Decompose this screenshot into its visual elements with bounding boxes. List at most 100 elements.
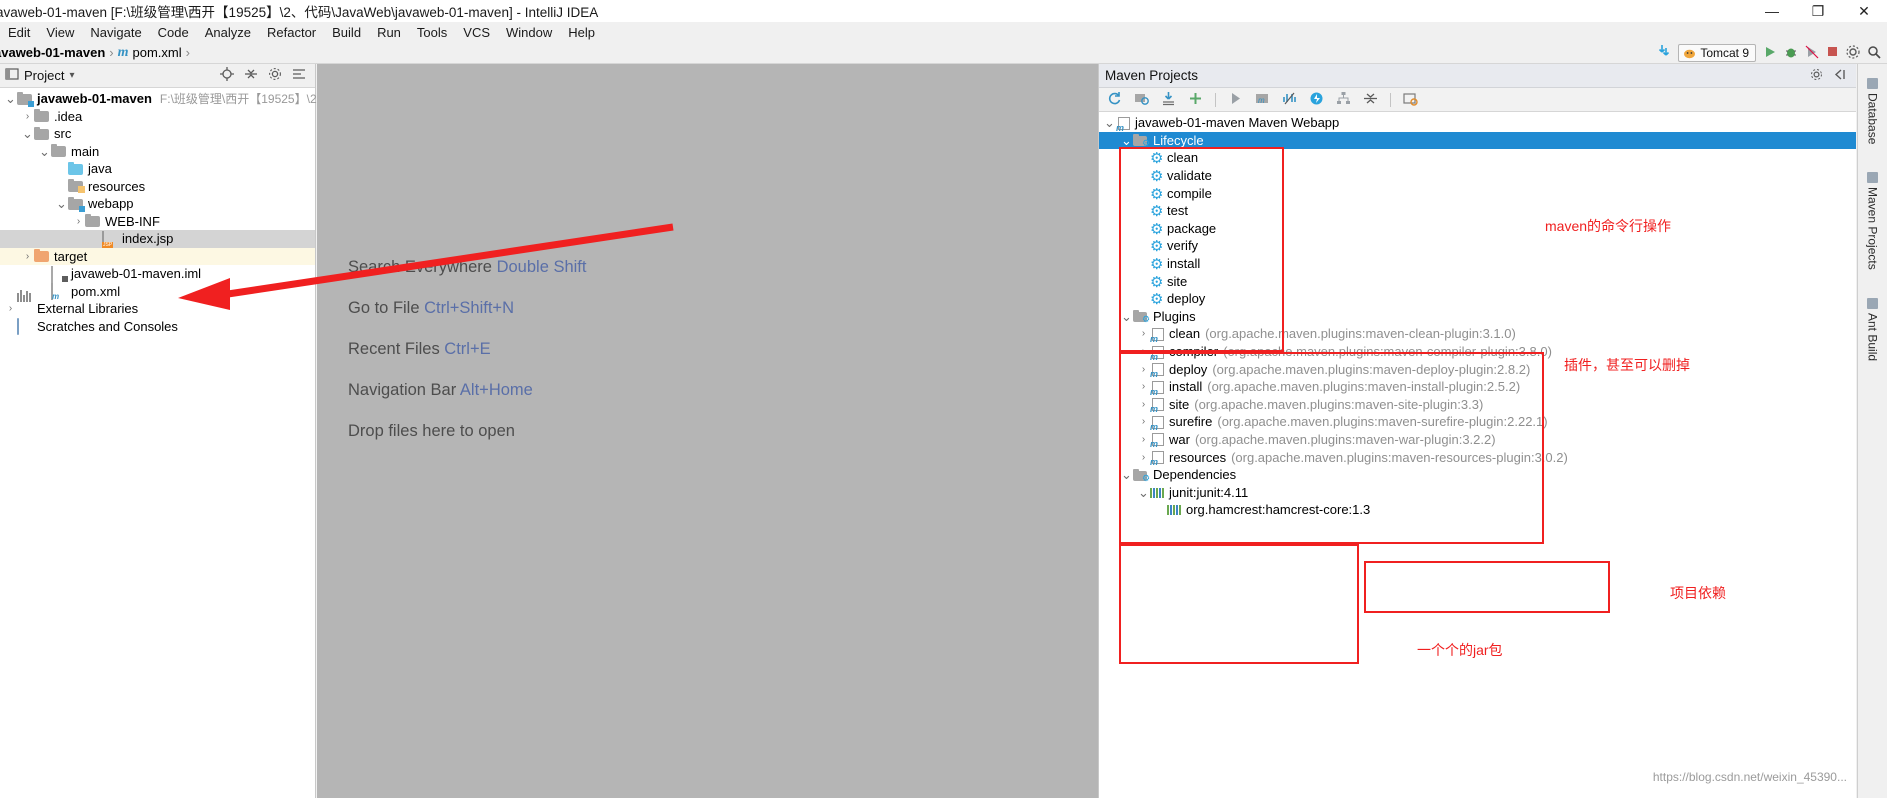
menu-item-tools[interactable]: Tools bbox=[409, 24, 455, 41]
reimport-icon[interactable] bbox=[1107, 91, 1122, 109]
project-tree-row[interactable]: ⌄ main bbox=[0, 143, 315, 161]
chevron-right-icon[interactable]: › bbox=[72, 216, 85, 227]
menu-item-navigate[interactable]: Navigate bbox=[82, 24, 149, 41]
maven-panel-hide-icon[interactable] bbox=[1833, 68, 1846, 84]
chevron-right-icon[interactable]: › bbox=[1137, 399, 1150, 410]
maven-lifecycle-goal-row[interactable]: test bbox=[1099, 202, 1856, 220]
maven-lifecycle-goal-row[interactable]: package bbox=[1099, 220, 1856, 238]
tool-tab-maven-projects[interactable]: Maven Projects bbox=[1866, 164, 1880, 278]
maven-plugins-row[interactable]: ⌄ ⚙ Plugins bbox=[1099, 308, 1856, 326]
chevron-down-icon[interactable]: ⌄ bbox=[21, 127, 34, 140]
chevron-right-icon[interactable]: › bbox=[21, 111, 34, 122]
maven-plugin-row[interactable]: › resources(org.apache.maven.plugins:mave… bbox=[1099, 448, 1856, 468]
project-tree-row[interactable]: resources bbox=[0, 178, 315, 196]
download-icon[interactable] bbox=[1657, 44, 1671, 62]
chevron-right-icon[interactable]: › bbox=[1137, 328, 1150, 339]
chevron-right-icon[interactable]: › bbox=[1137, 364, 1150, 375]
maven-plugin-row[interactable]: › clean(org.apache.maven.plugins:maven-cl… bbox=[1099, 325, 1856, 344]
maven-plugin-row[interactable]: › install(org.apache.maven.plugins:maven-… bbox=[1099, 378, 1856, 397]
download-sources-icon[interactable] bbox=[1161, 91, 1176, 109]
menu-item-view[interactable]: View bbox=[38, 24, 82, 41]
generate-sources-icon[interactable] bbox=[1134, 91, 1149, 109]
stop-icon[interactable] bbox=[1826, 45, 1839, 61]
project-tree-row[interactable]: ⌄ javaweb-01-maven F:\班级管理\西开【19525】\2、代码\… bbox=[0, 90, 381, 108]
chevron-right-icon[interactable]: › bbox=[1137, 346, 1150, 357]
run-configuration-selector[interactable]: Tomcat 9 bbox=[1678, 44, 1756, 62]
maven-plugin-row[interactable]: › surefire(org.apache.maven.plugins:maven… bbox=[1099, 413, 1856, 432]
project-tree-row[interactable]: ⌄ src bbox=[0, 125, 315, 143]
execute-maven-goal-icon[interactable]: m bbox=[1255, 91, 1270, 109]
maven-plugin-row[interactable]: › site(org.apache.maven.plugins:maven-sit… bbox=[1099, 396, 1856, 415]
chevron-down-icon[interactable]: ⌄ bbox=[4, 92, 17, 105]
project-tree-row[interactable]: › WEB-INF bbox=[0, 213, 315, 231]
chevron-right-icon[interactable]: › bbox=[1137, 381, 1150, 392]
chevron-right-icon[interactable]: › bbox=[1137, 434, 1150, 445]
breadcrumb-pom[interactable]: m pom.xml bbox=[118, 45, 182, 61]
debug-icon[interactable] bbox=[1784, 45, 1798, 62]
maven-dependency-row[interactable]: ⌄ junit:junit:4.11 bbox=[1099, 483, 1856, 501]
chevron-down-icon[interactable]: ⌄ bbox=[1120, 134, 1133, 147]
close-button[interactable]: ✕ bbox=[1841, 0, 1887, 22]
maven-plugin-row[interactable]: › war(org.apache.maven.plugins:maven-war-… bbox=[1099, 431, 1856, 450]
run-icon[interactable] bbox=[1763, 45, 1777, 62]
run-maven-build-icon[interactable] bbox=[1228, 91, 1243, 109]
tool-tab-ant-build[interactable]: Ant Build bbox=[1866, 290, 1880, 369]
maven-lifecycle-row[interactable]: ⌄ ⚙ Lifecycle bbox=[1099, 131, 1856, 150]
project-tree-row[interactable]: Scratches and Consoles bbox=[0, 318, 315, 336]
maven-plugin-row[interactable]: › deploy(org.apache.maven.plugins:maven-d… bbox=[1099, 360, 1856, 380]
search-icon[interactable] bbox=[1867, 45, 1881, 62]
maven-lifecycle-goal-row[interactable]: compile bbox=[1099, 184, 1856, 202]
maven-settings-icon[interactable] bbox=[1403, 91, 1418, 109]
run-coverage-icon[interactable] bbox=[1805, 45, 1819, 62]
maven-plugin-row[interactable]: › compiler(org.apache.maven.plugins:maven… bbox=[1099, 343, 1856, 362]
project-tree-row[interactable]: ⌄ webapp bbox=[0, 195, 315, 213]
minimize-button[interactable]: — bbox=[1749, 0, 1795, 22]
project-tree-row[interactable]: › External Libraries bbox=[0, 289, 315, 318]
maven-lifecycle-goal-row[interactable]: site bbox=[1099, 272, 1856, 290]
settings-gear-icon[interactable] bbox=[1846, 44, 1860, 62]
menu-item-run[interactable]: Run bbox=[369, 24, 409, 41]
project-tree-row[interactable]: javaweb-01-maven.iml bbox=[0, 265, 315, 283]
chevron-down-icon[interactable]: ⌄ bbox=[38, 145, 51, 158]
chevron-right-icon[interactable]: › bbox=[21, 251, 34, 262]
chevron-down-icon[interactable]: ⌄ bbox=[1120, 468, 1133, 481]
project-tree-row[interactable]: java bbox=[0, 160, 315, 178]
maven-panel-settings-icon[interactable] bbox=[1810, 68, 1823, 84]
menu-item-build[interactable]: Build bbox=[324, 24, 369, 41]
chevron-down-icon[interactable]: ⌄ bbox=[1103, 116, 1116, 129]
maven-lifecycle-goal-row[interactable]: verify bbox=[1099, 237, 1856, 255]
add-maven-project-icon[interactable] bbox=[1188, 91, 1203, 109]
project-tree-row[interactable]: index.jsp bbox=[0, 230, 315, 248]
panel-settings-icon[interactable] bbox=[268, 67, 282, 84]
chevron-down-icon[interactable]: ⌄ bbox=[1137, 486, 1150, 499]
menu-item-code[interactable]: Code bbox=[150, 24, 197, 41]
project-tree-row[interactable]: › target bbox=[0, 247, 315, 265]
maven-root-row[interactable]: ⌄ javaweb-01-maven Maven Webapp bbox=[1099, 114, 1856, 133]
maven-dependencies-row[interactable]: ⌄ ⚙ Dependencies bbox=[1099, 466, 1856, 484]
toggle-skip-tests-icon[interactable] bbox=[1282, 91, 1297, 109]
project-tree[interactable]: ⌄ javaweb-01-maven F:\班级管理\西开【19525】\2、代码\… bbox=[0, 88, 381, 336]
maven-lifecycle-goal-row[interactable]: install bbox=[1099, 255, 1856, 273]
maven-lifecycle-goal-row[interactable]: clean bbox=[1099, 149, 1856, 167]
chevron-right-icon[interactable]: › bbox=[1137, 452, 1150, 463]
maven-dependency-row[interactable]: org.hamcrest:hamcrest-core:1.3 bbox=[1099, 501, 1856, 519]
menu-item-analyze[interactable]: Analyze bbox=[197, 24, 259, 41]
tool-tab-database[interactable]: Database bbox=[1866, 70, 1880, 152]
chevron-right-icon[interactable]: › bbox=[4, 303, 17, 314]
maven-tree[interactable]: ⌄javaweb-01-maven Maven Webapp⌄⚙Lifecycl… bbox=[1099, 112, 1856, 519]
collapse-maven-tree-icon[interactable] bbox=[1363, 91, 1378, 109]
collapse-all-icon[interactable] bbox=[244, 67, 258, 84]
project-tree-row[interactable]: › .idea bbox=[0, 108, 315, 126]
show-dependencies-icon[interactable] bbox=[1336, 91, 1351, 109]
chevron-right-icon[interactable]: › bbox=[1137, 416, 1150, 427]
project-view-dropdown-icon[interactable]: ▾ bbox=[69, 70, 74, 81]
menu-item-window[interactable]: Window bbox=[498, 24, 560, 41]
project-tree-row[interactable]: pom.xml bbox=[0, 283, 315, 301]
maven-lifecycle-goal-row[interactable]: validate bbox=[1099, 167, 1856, 185]
locate-file-icon[interactable] bbox=[220, 67, 234, 84]
chevron-down-icon[interactable]: ⌄ bbox=[1120, 310, 1133, 323]
menu-item-refactor[interactable]: Refactor bbox=[259, 24, 324, 41]
chevron-down-icon[interactable]: ⌄ bbox=[55, 197, 68, 210]
menu-item-vcs[interactable]: VCS bbox=[455, 24, 498, 41]
maximize-button[interactable]: ❐ bbox=[1795, 0, 1841, 22]
